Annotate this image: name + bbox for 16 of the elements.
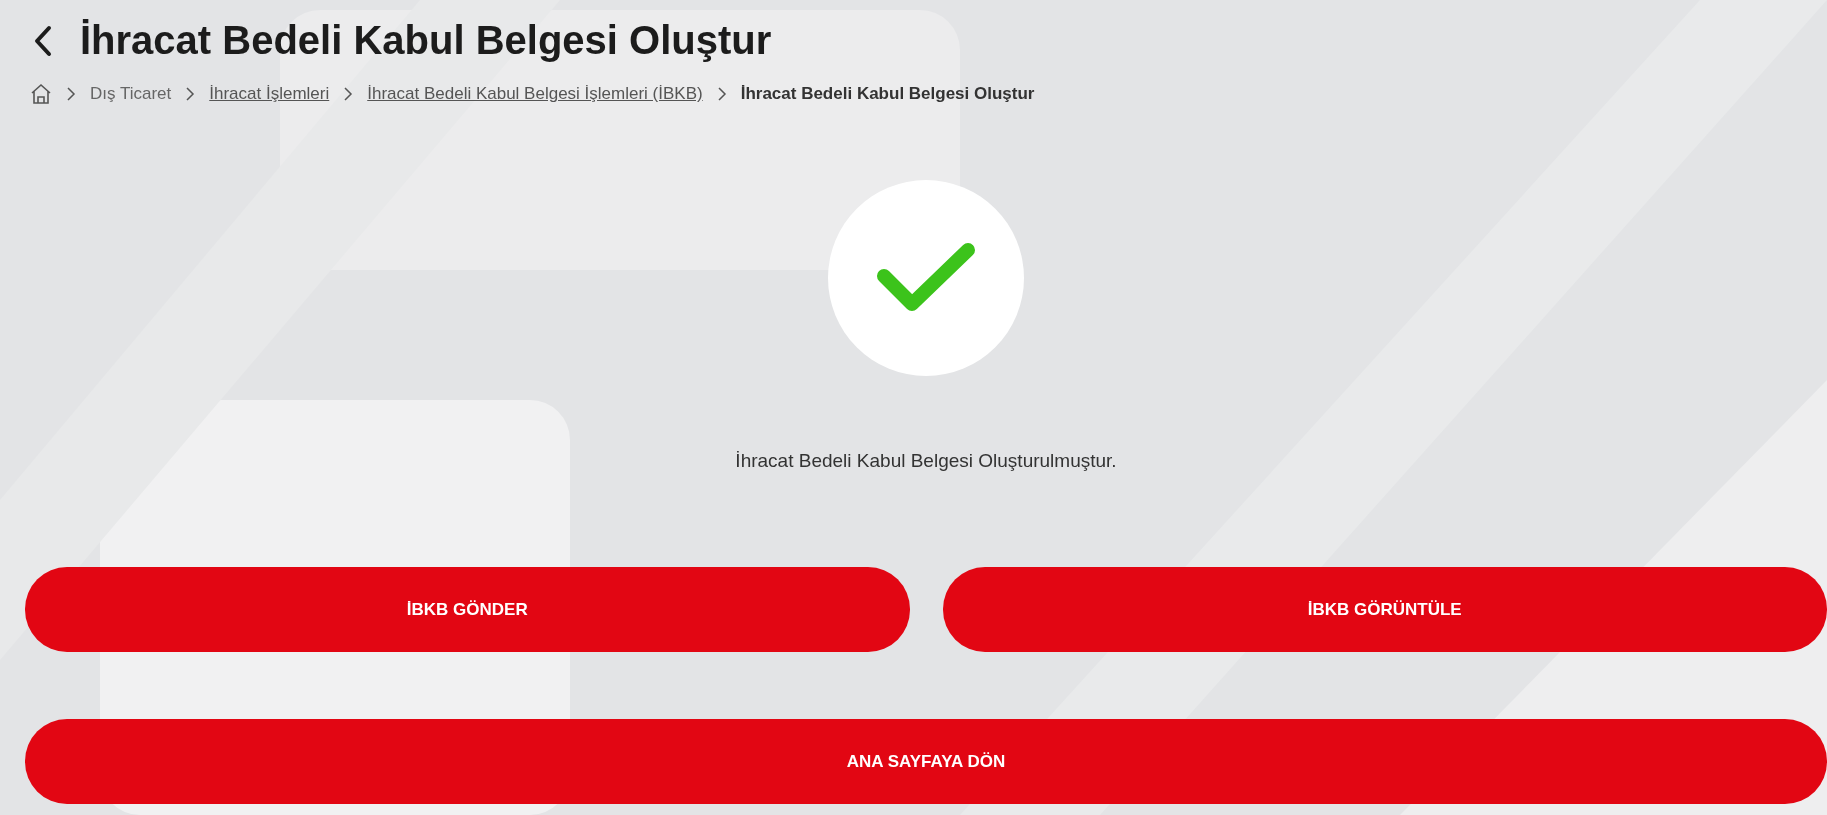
breadcrumb-item: Dış Ticaret (90, 84, 172, 104)
home-icon[interactable] (30, 83, 52, 105)
breadcrumb-link[interactable]: İhracat Bedeli Kabul Belgesi İşlemleri (İBKB) (367, 84, 703, 104)
action-button[interactable]: İBKB GÖNDER (25, 567, 910, 652)
chevron-icon (66, 86, 76, 102)
chevron-icon (716, 86, 727, 102)
success-message: İhracat Bedeli Kabul Belgesi Oluşturulmuştur. (735, 450, 1117, 472)
back-button[interactable] (32, 24, 54, 57)
page-title: İhracat Bedeli Kabul Belgesi Oluştur (80, 18, 772, 63)
chevron-icon (185, 86, 196, 102)
breadcrumb-item: İhracat Bedeli Kabul Belgesi Oluştur (740, 84, 1035, 104)
back-icon (32, 24, 54, 57)
chevron-icon (343, 86, 354, 102)
breadcrumb-link[interactable]: İhracat İşlemleri (209, 84, 330, 104)
home-page-button[interactable]: ANA SAYFAYA DÖN (25, 719, 1827, 804)
action-button[interactable]: İBKB GÖRÜNTÜLE (942, 567, 1827, 652)
